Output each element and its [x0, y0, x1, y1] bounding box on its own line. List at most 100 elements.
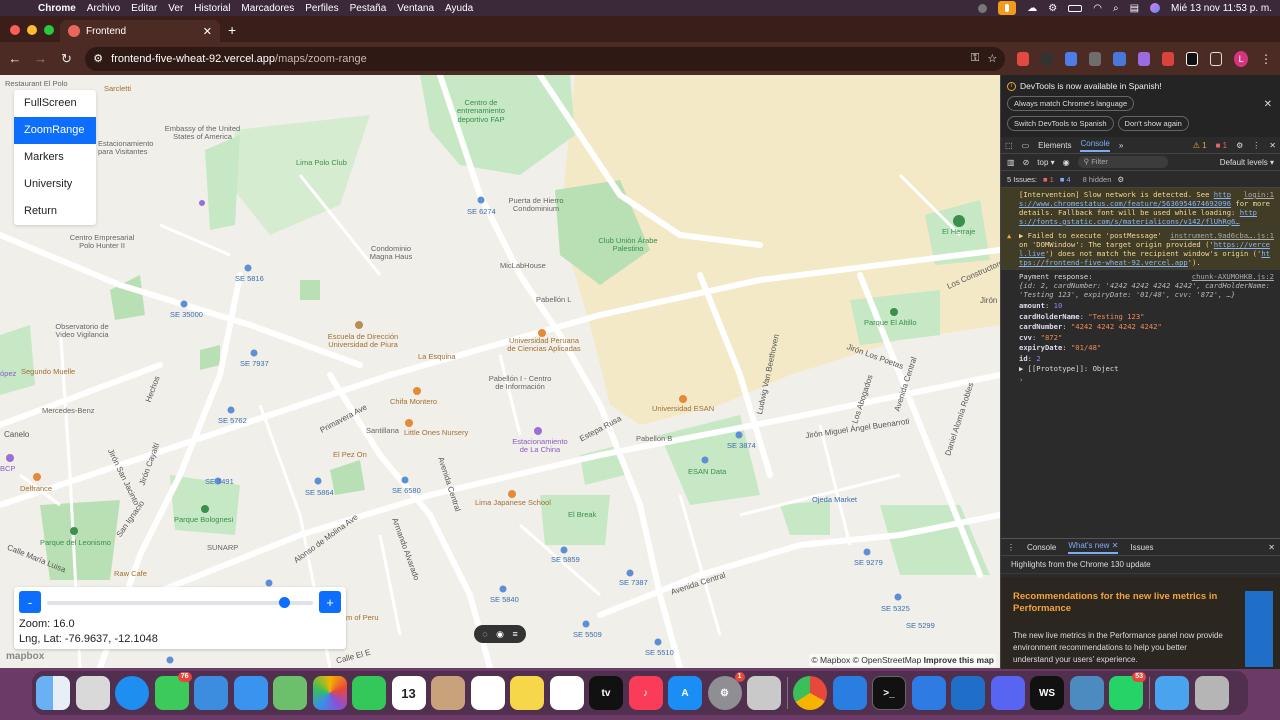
issues-info-count[interactable]: ■ 4: [1060, 175, 1071, 184]
always-match-language-button[interactable]: Always match Chrome's language: [1007, 96, 1135, 111]
extensions-puzzle-icon[interactable]: [1209, 51, 1223, 66]
whatsapp-icon[interactable]: 53: [1109, 672, 1146, 710]
photos-icon[interactable]: [312, 676, 347, 710]
mapbox-logo[interactable]: mapbox: [6, 651, 44, 662]
pycharm-icon[interactable]: [832, 676, 867, 710]
menu-perfiles[interactable]: Perfiles: [305, 3, 338, 14]
inspect-icon[interactable]: ⬚: [1005, 141, 1013, 150]
settings-gear-icon[interactable]: ⚙: [1236, 141, 1243, 150]
reload-button[interactable]: ↻: [60, 51, 74, 67]
warning-count-badge[interactable]: ⚠ 1: [1193, 141, 1207, 150]
drawer-tab-whats-new[interactable]: What's new ✕: [1068, 541, 1119, 554]
creative-cloud-icon[interactable]: ☁: [1027, 3, 1037, 14]
zoom-slider-thumb[interactable]: [278, 597, 290, 608]
extension-icon[interactable]: [1137, 51, 1150, 66]
menu-marcadores[interactable]: Marcadores: [241, 3, 294, 14]
finder-icon[interactable]: [36, 676, 70, 710]
switch-to-spanish-button[interactable]: Switch DevTools to Spanish: [1007, 116, 1114, 131]
menu-ventana[interactable]: Ventana: [397, 3, 434, 14]
contacts-icon[interactable]: [431, 676, 465, 710]
safari-icon[interactable]: [115, 676, 149, 710]
notes-icon[interactable]: [510, 676, 544, 710]
mysql-workbench-icon[interactable]: [1069, 676, 1104, 710]
zoom-in-button[interactable]: +: [319, 591, 341, 613]
spotlight-search-icon[interactable]: ⌕: [1113, 3, 1119, 14]
freeform-icon[interactable]: [549, 676, 584, 710]
terminal-icon[interactable]: >_: [872, 676, 906, 710]
zoom-slider[interactable]: [47, 597, 313, 608]
downloads-folder-icon[interactable]: [1155, 676, 1189, 710]
object-prototype[interactable]: ▶ [[Prototype]]: Object: [1001, 364, 1280, 375]
extension-icon[interactable]: [1017, 51, 1030, 66]
eye-icon[interactable]: ◉: [1063, 158, 1070, 167]
error-count-badge[interactable]: ■ 1: [1216, 141, 1228, 150]
facetime-icon[interactable]: [352, 676, 386, 710]
site-info-icon[interactable]: ⚙: [93, 52, 103, 65]
whats-new-title[interactable]: Recommendations for the new live metrics…: [1013, 591, 1223, 615]
battery-icon[interactable]: [1068, 4, 1083, 12]
eye-icon[interactable]: ◉: [496, 629, 504, 640]
browser-tab-frontend[interactable]: Frontend ✕: [60, 20, 220, 42]
close-drawer-icon[interactable]: ✕: [1268, 543, 1275, 552]
issues-error-count[interactable]: ■ 1: [1043, 175, 1054, 184]
close-window-button[interactable]: [10, 25, 20, 35]
clear-console-icon[interactable]: ⊘: [1023, 158, 1030, 167]
extension-icon[interactable]: [1041, 51, 1054, 66]
launchpad-icon[interactable]: [75, 676, 110, 710]
anaconda-icon[interactable]: [911, 676, 946, 710]
discord-icon[interactable]: [990, 676, 1025, 710]
drawer-tab-console[interactable]: Console: [1027, 543, 1056, 552]
app-store-icon[interactable]: A: [668, 676, 702, 710]
reminders-icon[interactable]: [470, 676, 505, 710]
address-bar[interactable]: ⚙ frontend-five-wheat-92.vercel.app/maps…: [85, 46, 1006, 71]
console-source-link[interactable]: login:1: [1244, 190, 1274, 199]
menu-link-zoomrange[interactable]: ZoomRange: [14, 117, 96, 144]
filter-input[interactable]: ⚲ Filter: [1077, 156, 1168, 168]
drawer-menu-icon[interactable]: ⋮: [1007, 543, 1015, 552]
menu-pestana[interactable]: Pestaña: [350, 3, 387, 14]
improve-map-link[interactable]: Improve this map: [924, 655, 994, 665]
extension-icon[interactable]: [1089, 51, 1102, 66]
messages-icon[interactable]: 76: [154, 672, 192, 710]
trash-icon[interactable]: [1194, 676, 1229, 710]
console-source-link[interactable]: chunk-AXUMOHKB.js:2: [1192, 272, 1274, 281]
control-center-icon[interactable]: ▤: [1130, 3, 1139, 14]
extension-icon[interactable]: [1185, 51, 1198, 66]
context-select[interactable]: top ▾: [1037, 158, 1054, 167]
menu-archivo[interactable]: Archivo: [87, 3, 120, 14]
object-preview[interactable]: {id: 2, cardNumber: '4242 4242 4242 4242…: [1019, 281, 1274, 299]
menubar-clock[interactable]: Mié 13 nov 11:53 p. m.: [1171, 3, 1272, 14]
extension-icon[interactable]: [1161, 51, 1174, 66]
mail-icon[interactable]: [233, 676, 268, 710]
calendar-icon[interactable]: 13: [391, 676, 426, 710]
apple-tv-icon[interactable]: tv: [589, 676, 623, 710]
extension-icon[interactable]: [1065, 51, 1078, 66]
microphone-status-icon[interactable]: [998, 1, 1017, 15]
record-status-icon[interactable]: [978, 3, 988, 13]
sidebar-toggle-icon[interactable]: ▥: [1007, 158, 1015, 167]
tab-console[interactable]: Console: [1080, 139, 1110, 152]
wifi-icon[interactable]: ◠: [1093, 3, 1102, 14]
tab-close-icon[interactable]: ✕: [203, 25, 212, 38]
menu-link-return[interactable]: Return: [14, 198, 96, 225]
mapbox-map[interactable]: Restaurant El Polo Sarcletti Embassy of …: [0, 75, 1000, 668]
password-key-icon[interactable]: ⚿: [971, 52, 979, 65]
webstorm-icon[interactable]: WS: [1030, 676, 1064, 710]
iphone-mirroring-icon[interactable]: [747, 676, 781, 710]
chrome-icon[interactable]: [793, 676, 827, 710]
attribution-mapbox-link[interactable]: © Mapbox: [811, 655, 850, 665]
comment-icon[interactable]: ◌: [482, 629, 487, 639]
close-icon[interactable]: ✕: [1264, 99, 1272, 110]
maximize-window-button[interactable]: [44, 25, 54, 35]
dont-show-again-button[interactable]: Don't show again: [1117, 116, 1189, 131]
new-tab-button[interactable]: +: [228, 22, 236, 38]
xcode-simulator-icon[interactable]: [194, 676, 228, 710]
system-settings-icon[interactable]: ⚙ 1: [707, 672, 745, 710]
vscode-icon[interactable]: [951, 676, 985, 710]
console-settings-icon[interactable]: ⚙: [1117, 175, 1124, 184]
extension-icon[interactable]: [1113, 51, 1126, 66]
attribution-osm-link[interactable]: © OpenStreetMap: [853, 655, 922, 665]
drawer-tab-issues[interactable]: Issues: [1130, 543, 1153, 552]
profile-avatar[interactable]: L: [1234, 50, 1249, 67]
menu-historial[interactable]: Historial: [194, 3, 230, 14]
